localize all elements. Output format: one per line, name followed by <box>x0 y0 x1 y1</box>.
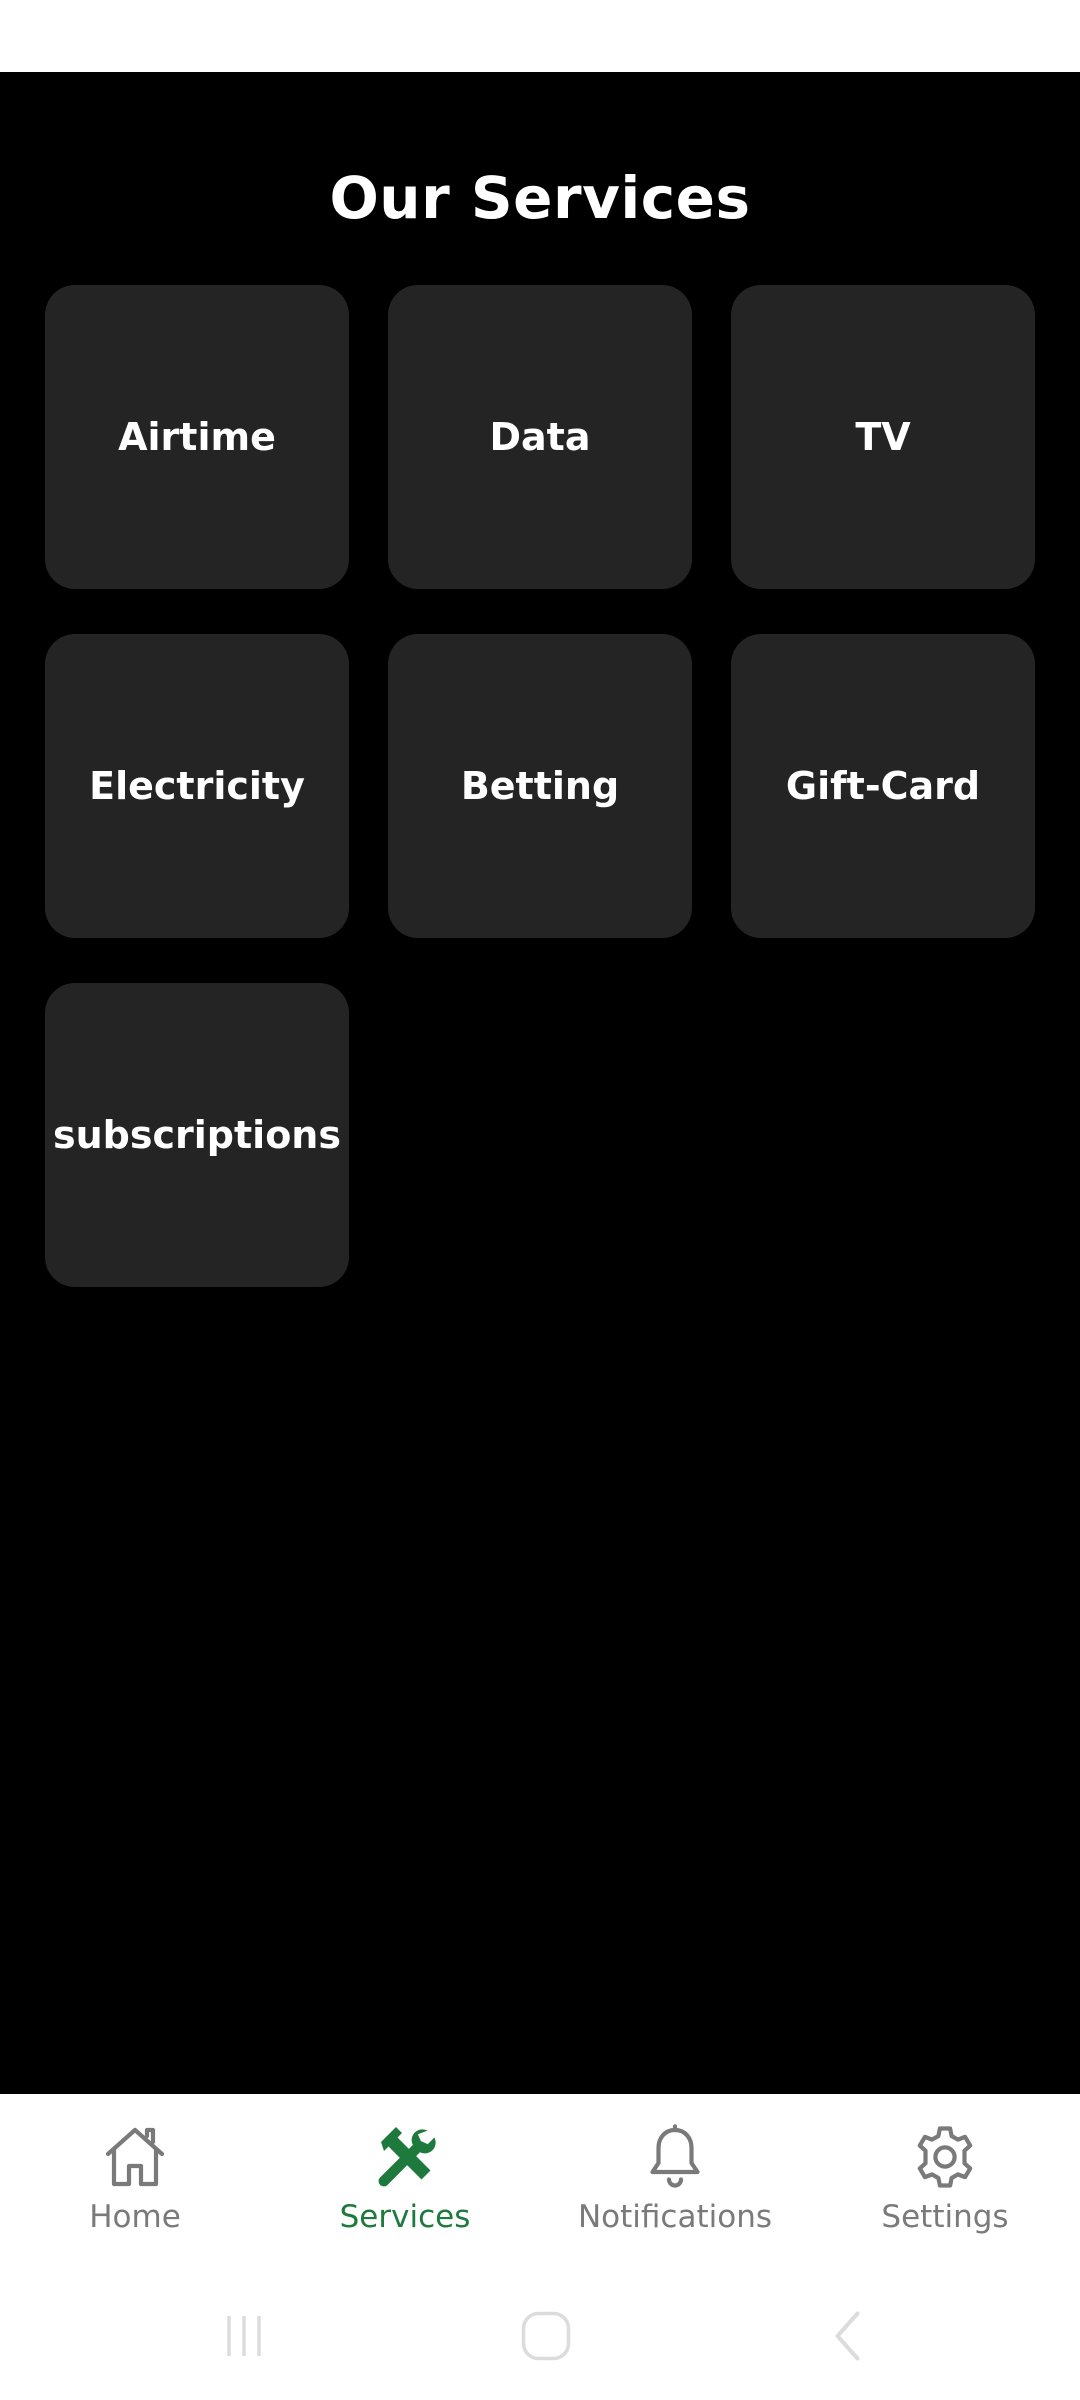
service-label: Electricity <box>89 764 305 808</box>
status-bar <box>0 0 1080 72</box>
service-label: Gift-Card <box>785 764 981 808</box>
service-label: Betting <box>460 764 620 808</box>
back-icon[interactable] <box>820 2306 880 2366</box>
bottom-navigation: Home Services Notifications Settings <box>0 2094 1080 2262</box>
service-tile-betting[interactable]: Betting <box>388 634 692 938</box>
nav-item-notifications[interactable]: Notifications <box>540 2094 810 2262</box>
service-tile-gift-card[interactable]: Gift-Card <box>731 634 1035 938</box>
service-label: TV <box>855 415 911 459</box>
service-tile-airtime[interactable]: Airtime <box>45 285 349 589</box>
nav-label: Home <box>89 2199 181 2235</box>
nav-item-settings[interactable]: Settings <box>810 2094 1080 2262</box>
recent-apps-icon[interactable] <box>214 2306 274 2366</box>
services-grid: Airtime Data TV Electricity Betting Gift… <box>45 285 1035 1287</box>
gear-icon <box>917 2126 973 2188</box>
nav-item-services[interactable]: Services <box>270 2094 540 2262</box>
service-label: subscriptions <box>53 1113 341 1157</box>
services-screen: Our Services Airtime Data TV Electricity… <box>0 72 1080 2094</box>
page-title: Our Services <box>329 164 751 232</box>
nav-label: Settings <box>881 2199 1009 2235</box>
home-button-icon[interactable] <box>516 2306 576 2366</box>
nav-label: Services <box>339 2199 471 2235</box>
service-tile-subscriptions[interactable]: subscriptions <box>45 983 349 1287</box>
nav-item-home[interactable]: Home <box>0 2094 270 2262</box>
bell-icon <box>650 2124 700 2188</box>
home-icon <box>105 2127 165 2187</box>
nav-label: Notifications <box>577 2199 773 2235</box>
tools-icon <box>378 2127 436 2187</box>
service-tile-tv[interactable]: TV <box>731 285 1035 589</box>
service-label: Airtime <box>118 415 276 459</box>
service-tile-electricity[interactable]: Electricity <box>45 634 349 938</box>
service-label: Data <box>489 415 591 459</box>
service-tile-data[interactable]: Data <box>388 285 692 589</box>
system-navigation-bar <box>0 2262 1080 2400</box>
